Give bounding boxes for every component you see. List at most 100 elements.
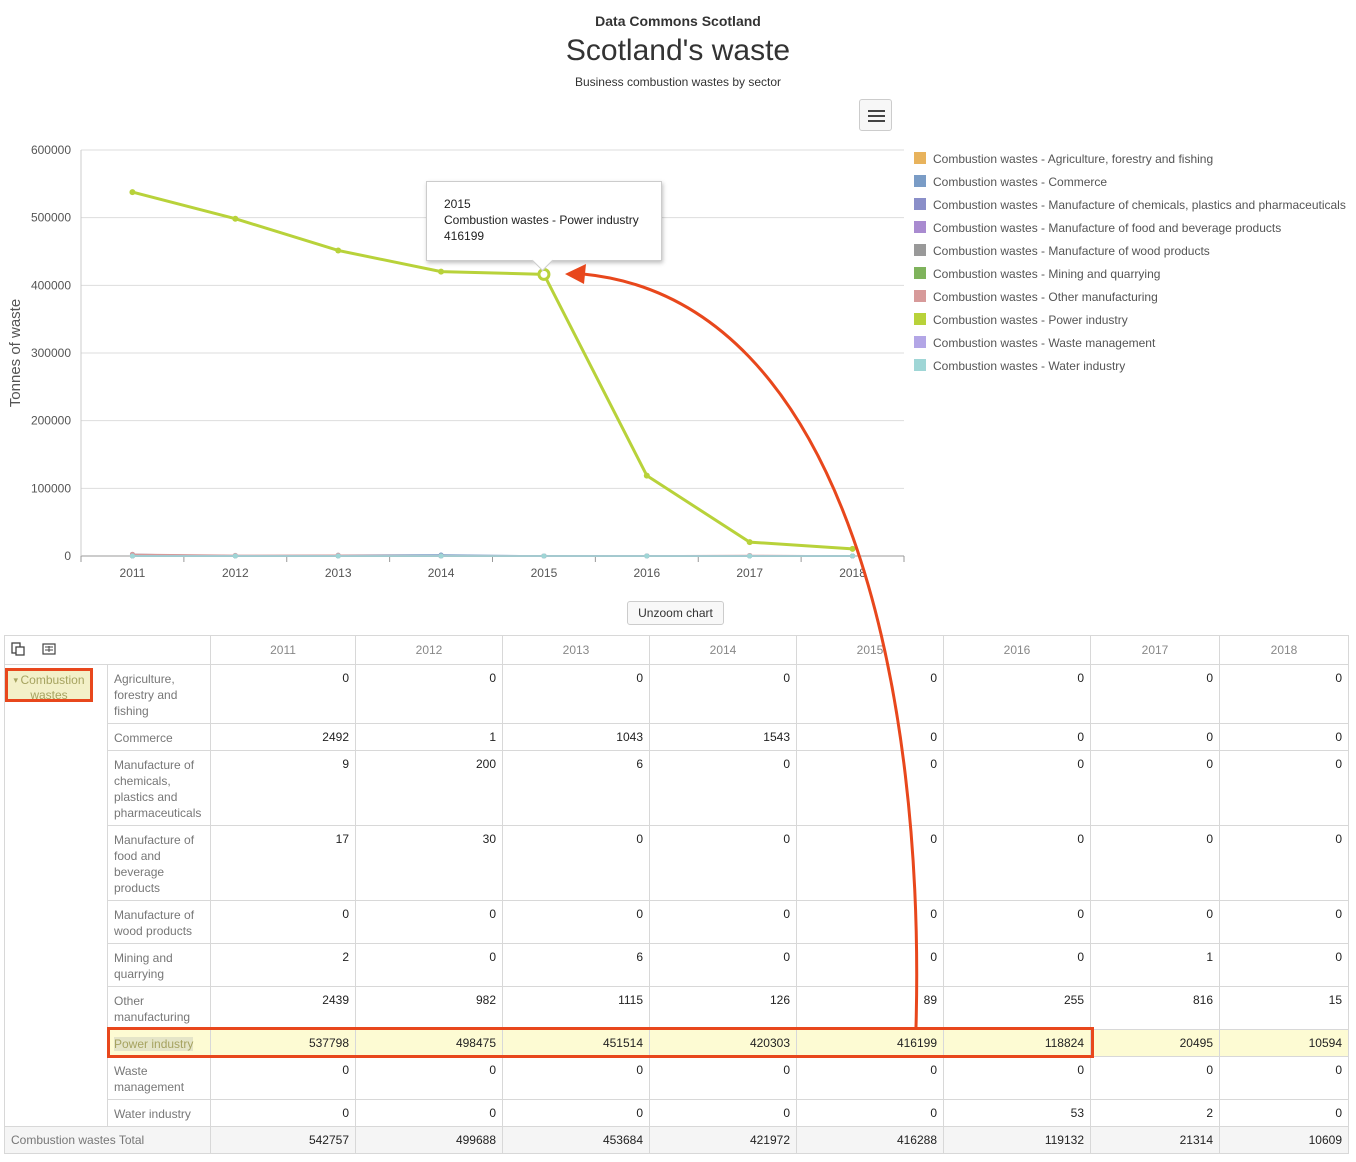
export-icon[interactable]: [11, 641, 25, 659]
year-column-header[interactable]: 2018: [1219, 635, 1349, 665]
table-cell: 0: [649, 943, 797, 987]
y-tick-label: 200000: [31, 414, 71, 428]
data-point: [129, 189, 136, 196]
table-cell: 200: [355, 750, 503, 826]
row-label: Manufacture of wood products: [107, 900, 211, 944]
year-column-header[interactable]: 2016: [943, 635, 1091, 665]
legend-label: Combustion wastes - Agriculture, forestr…: [933, 152, 1214, 166]
year-column-header[interactable]: 2013: [502, 635, 650, 665]
table-cell: 0: [943, 943, 1091, 987]
data-point: [541, 553, 547, 559]
data-point: [335, 553, 341, 559]
table-cell: 1115: [502, 986, 650, 1030]
table-cell: 0: [210, 1099, 356, 1127]
table-cell: 0: [649, 750, 797, 826]
legend-label: Combustion wastes - Commerce: [933, 175, 1108, 189]
legend-item[interactable]: Combustion wastes - Manufacture of food …: [914, 219, 1346, 242]
legend-item[interactable]: Combustion wastes - Waste management: [914, 334, 1346, 357]
year-column-header[interactable]: 2017: [1090, 635, 1220, 665]
total-cell: 21314: [1090, 1126, 1220, 1154]
table-cell: 0: [210, 664, 356, 724]
legend-item[interactable]: Combustion wastes - Manufacture of wood …: [914, 242, 1346, 265]
data-point: [232, 553, 238, 559]
legend-label: Combustion wastes - Power industry: [933, 313, 1128, 327]
total-cell: 542757: [210, 1126, 356, 1154]
total-cell: 421972: [649, 1126, 797, 1154]
total-cell: 119132: [943, 1126, 1091, 1154]
chart-menu-button[interactable]: [859, 99, 892, 131]
legend-item[interactable]: Combustion wastes - Other manufacturing: [914, 288, 1346, 311]
data-point: [746, 539, 753, 546]
legend-swatch: [914, 313, 926, 326]
group-cell: ▾ Combustion wastes: [4, 664, 108, 1127]
table-cell: 0: [1090, 900, 1220, 944]
table-cell: 0: [796, 900, 944, 944]
caret-down-icon: ▾: [13, 675, 21, 685]
group-toggle-combustion-wastes[interactable]: ▾ Combustion wastes: [5, 668, 93, 702]
table-cell: 2: [210, 943, 356, 987]
table-row: Waste management 0 0 0 0 0 0 0 0: [5, 1056, 1349, 1100]
table-cell: 0: [1090, 664, 1220, 724]
table-cell: 30: [355, 825, 503, 901]
year-column-header[interactable]: 2012: [355, 635, 503, 665]
year-column-header[interactable]: 2015: [796, 635, 944, 665]
table-cell: 0: [355, 664, 503, 724]
row-label: Power industry: [107, 1029, 211, 1057]
legend-item[interactable]: Combustion wastes - Water industry: [914, 357, 1346, 380]
settings-icon[interactable]: [42, 642, 56, 659]
legend-item[interactable]: Combustion wastes - Manufacture of chemi…: [914, 196, 1346, 219]
year-column-header[interactable]: 2014: [649, 635, 797, 665]
table-cell: 1: [355, 723, 503, 751]
table-cell: 0: [1219, 1099, 1349, 1127]
y-tick-label: 0: [64, 549, 71, 563]
data-point: [747, 553, 753, 559]
legend-label: Combustion wastes - Other manufacturing: [933, 290, 1158, 304]
table-cell: 0: [1090, 1056, 1220, 1100]
table-row: Commerce 2492 1 1043 1543 0 0 0 0: [5, 723, 1349, 751]
legend-item[interactable]: Combustion wastes - Agriculture, forestr…: [914, 150, 1346, 173]
x-tick-label: 2018: [839, 566, 866, 580]
row-label: Waste management: [107, 1056, 211, 1100]
table-cell: 0: [355, 1056, 503, 1100]
unzoom-chart-button[interactable]: Unzoom chart: [627, 601, 724, 625]
table-row: Mining and quarrying 2 0 6 0 0 0 1 0: [5, 943, 1349, 987]
y-tick-label: 600000: [31, 143, 71, 157]
table-cell: 0: [796, 943, 944, 987]
legend-item[interactable]: Combustion wastes - Commerce: [914, 173, 1346, 196]
table-row: Manufacture of wood products 0 0 0 0 0 0 0 0: [5, 900, 1349, 944]
table-cell: 0: [649, 1056, 797, 1100]
total-cell: 416288: [796, 1126, 944, 1154]
table-cell: 17: [210, 825, 356, 901]
total-cell: 499688: [355, 1126, 503, 1154]
legend-item[interactable]: Combustion wastes - Mining and quarrying: [914, 265, 1346, 288]
page-title: Scotland's waste: [565, 34, 791, 67]
table-cell: 1543: [649, 723, 797, 751]
legend-swatch: [914, 198, 926, 211]
data-point: [438, 553, 444, 559]
table-cell: 0: [1219, 900, 1349, 944]
legend-swatch: [914, 267, 926, 280]
legend-label: Combustion wastes - Manufacture of food …: [933, 221, 1282, 235]
legend-swatch: [914, 336, 926, 349]
y-axis-title: Tonnes of waste: [7, 299, 24, 407]
table-cell: 1043: [502, 723, 650, 751]
legend-item[interactable]: Combustion wastes - Power industry: [914, 311, 1346, 334]
legend-label: Combustion wastes - Mining and quarrying: [933, 267, 1161, 281]
legend-swatch: [914, 244, 926, 257]
row-label: Agriculture, forestry and fishing: [107, 664, 211, 724]
table-cell: 0: [796, 723, 944, 751]
year-column-header[interactable]: 2011: [210, 635, 356, 665]
hovered-point: [537, 267, 551, 281]
table-cell: 20495: [1090, 1029, 1220, 1057]
data-point: [129, 553, 135, 559]
x-tick-label: 2014: [428, 566, 455, 580]
table-cell: 0: [943, 750, 1091, 826]
table-cell: 0: [1219, 943, 1349, 987]
data-point: [438, 268, 445, 275]
row-label: Water industry: [107, 1099, 211, 1127]
table-cell: 0: [355, 1099, 503, 1127]
table-cell: 2492: [210, 723, 356, 751]
table-row: Power industry 537798 498475 451514 420303 41…: [5, 1029, 1349, 1057]
x-tick-label: 2011: [120, 566, 146, 580]
legend-label: Combustion wastes - Manufacture of chemi…: [933, 198, 1346, 212]
